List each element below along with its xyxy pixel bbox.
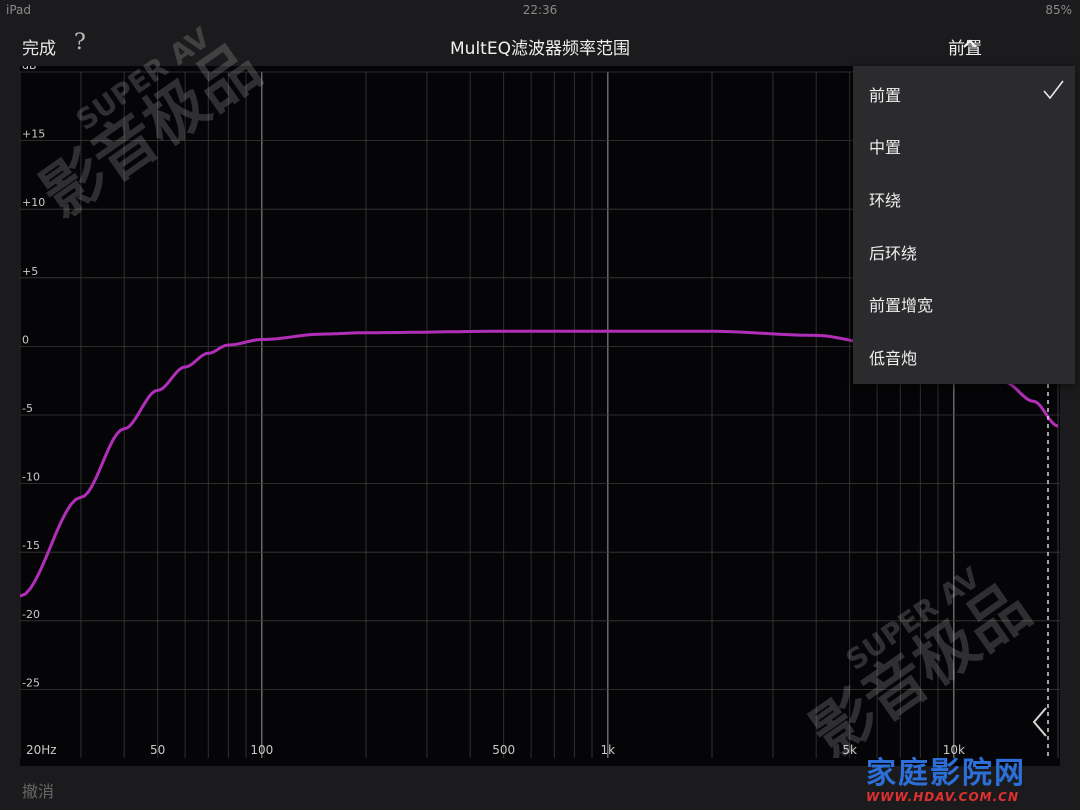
x-tick-label: 20Hz (26, 743, 57, 757)
battery-indicator: 85% (1045, 3, 1072, 17)
y-tick-label: dB (22, 66, 37, 72)
checkmark-icon (1043, 80, 1064, 100)
dropdown-item-label: 低音炮 (869, 349, 918, 368)
x-tick-label: 100 (250, 743, 273, 757)
dropdown-item-label: 前置增宽 (869, 296, 934, 315)
x-tick-label: 500 (492, 743, 515, 757)
clock: 22:36 (522, 3, 558, 17)
dropdown-item-front[interactable]: 前置 (853, 66, 1075, 118)
y-tick-label: +15 (22, 128, 45, 141)
y-tick-label: -5 (22, 402, 33, 415)
dropdown-item-subwoofer[interactable]: 低音炮 (853, 329, 1075, 381)
dropdown-item-front-wide[interactable]: 前置增宽 (853, 276, 1075, 328)
y-tick-label: -25 (22, 676, 40, 689)
site-logo: 家庭影院网 (866, 756, 1026, 791)
nav-bar: 完成 ? MultEQ滤波器频率范围 前置 (0, 22, 1080, 66)
y-tick-label: +10 (22, 196, 45, 209)
dropdown-item-surround-back[interactable]: 后环绕 (853, 224, 1075, 276)
x-tick-label: 1k (601, 743, 616, 757)
page-title: MultEQ滤波器频率范围 (450, 39, 630, 59)
dropdown-item-label: 中置 (869, 138, 902, 157)
dropdown-item-label: 环绕 (869, 191, 902, 210)
chevron-left-icon[interactable] (1028, 704, 1052, 740)
dropdown-item-center[interactable]: 中置 (853, 118, 1075, 170)
dropdown-item-label: 前置 (869, 86, 902, 105)
chevron-up-icon[interactable] (960, 37, 980, 51)
y-tick-label: -20 (22, 608, 40, 621)
x-tick-label: 5k (842, 743, 857, 757)
status-bar: iPad 22:36 85% (0, 0, 1080, 22)
undo-button[interactable]: 撤消 (22, 778, 54, 802)
y-tick-label: 0 (22, 333, 29, 346)
y-tick-label: -15 (22, 539, 40, 552)
dropdown-item-surround[interactable]: 环绕 (853, 171, 1075, 223)
dropdown-item-label: 后环绕 (869, 244, 918, 263)
y-tick-label: -10 (22, 471, 40, 484)
channel-dropdown: 前置 中置 环绕 后环绕 前置增宽 低音炮 (853, 66, 1075, 384)
site-url: WWW.HDAV.COM.CN (866, 790, 1020, 804)
y-tick-label: +5 (22, 265, 38, 278)
x-tick-label: 50 (150, 743, 165, 757)
